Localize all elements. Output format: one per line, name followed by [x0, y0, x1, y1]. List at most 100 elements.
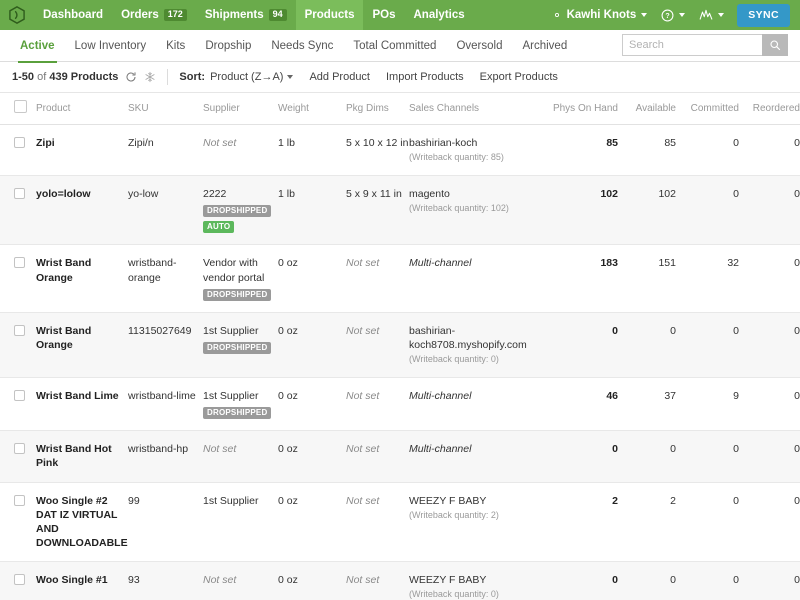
- product-name-link[interactable]: Woo Single #1: [36, 574, 108, 586]
- nav-item-dashboard[interactable]: Dashboard: [34, 0, 112, 30]
- supplier-value: Not set: [203, 137, 237, 149]
- nav-right-group: Kawhi Knots ? SYNC: [544, 3, 792, 27]
- header-weight[interactable]: Weight: [278, 93, 346, 125]
- sku-cell: yo-low: [128, 175, 203, 245]
- help-menu[interactable]: ?: [654, 9, 692, 22]
- product-name-link[interactable]: yolo=lolow: [36, 188, 91, 200]
- tab-low-inventory[interactable]: Low Inventory: [65, 30, 157, 62]
- header-sku[interactable]: SKU: [128, 93, 203, 125]
- header-available[interactable]: Available: [626, 93, 684, 125]
- export-products-button[interactable]: Export Products: [480, 71, 558, 83]
- table-row[interactable]: Wrist Band Hot Pink wristband-hp Not set 0 …: [0, 430, 800, 483]
- search-button[interactable]: [762, 34, 788, 56]
- product-cell: Wrist Band Orange: [36, 312, 128, 377]
- header-reordered[interactable]: Reordered: [747, 93, 800, 125]
- row-checkbox[interactable]: [14, 574, 25, 586]
- tab-dropship[interactable]: Dropship: [195, 30, 261, 62]
- writeback-quantity: (Writeback quantity: 2): [409, 509, 499, 520]
- tab-active[interactable]: Active: [10, 30, 65, 63]
- phys-on-hand-cell: 2: [612, 494, 618, 507]
- sku-cell: 99: [128, 482, 203, 562]
- row-select-cell: [0, 125, 36, 176]
- weight-value: 1 lb: [278, 137, 295, 149]
- row-checkbox[interactable]: [14, 389, 25, 401]
- product-name-link[interactable]: Zipi: [36, 137, 55, 149]
- user-account-menu[interactable]: Kawhi Knots: [544, 9, 655, 21]
- nav-item-products[interactable]: Products: [295, 0, 364, 30]
- snowflake-icon[interactable]: [144, 71, 156, 83]
- phys-on-hand-cell: 46: [606, 389, 618, 402]
- chevron-down-icon: [718, 13, 725, 17]
- phys-on-hand-cell: 0: [612, 574, 618, 587]
- tab-needs-sync[interactable]: Needs Sync: [261, 30, 343, 62]
- sku-value: wristband-orange: [128, 257, 177, 284]
- toolbar-divider: [167, 69, 169, 85]
- table-row[interactable]: Woo Single #2 DAT IZ VIRTUAL AND DOWNLOA…: [0, 482, 800, 562]
- sku-cell: 11315027649: [128, 312, 203, 377]
- sort-dropdown[interactable]: Product (Z→A): [210, 71, 294, 83]
- nav-label: POs: [372, 9, 396, 21]
- record-range: 1-50: [12, 71, 35, 83]
- row-checkbox[interactable]: [14, 187, 25, 199]
- weight-cell: 0 oz: [278, 312, 346, 377]
- supplier-cell: 1st Supplier: [203, 482, 278, 562]
- row-checkbox[interactable]: [14, 137, 25, 148]
- tab-archived[interactable]: Archived: [512, 30, 577, 62]
- supplier-value: Vendor with vendor portal: [203, 257, 265, 284]
- header-committed[interactable]: Committed: [684, 93, 747, 125]
- tab-kits[interactable]: Kits: [156, 30, 195, 62]
- nav-item-shipments[interactable]: Shipments 94: [196, 0, 296, 30]
- header-phys-on-hand[interactable]: Phys On Hand: [549, 93, 626, 125]
- table-row[interactable]: Wrist Band Orange 11315027649 1st Supplier…: [0, 312, 800, 378]
- sales-channel-value: bashirian-koch: [409, 137, 478, 149]
- product-name-link[interactable]: Wrist Band Hot Pink: [36, 443, 112, 469]
- pkg-dims-value: 5 x 9 x 11 in: [346, 187, 402, 200]
- weight-value: 0 oz: [278, 324, 298, 337]
- table-row[interactable]: Woo Single #1 93 Not set 0 oz Not set WEEZY F…: [0, 561, 800, 600]
- tab-oversold[interactable]: Oversold: [446, 30, 512, 62]
- table-row[interactable]: yolo=lolow yo-low 2222 DROPSHIPPED AUTO 1 lb 5…: [0, 175, 800, 245]
- nav-item-pos[interactable]: POs: [363, 0, 404, 30]
- row-select-cell: [0, 175, 36, 245]
- committed-cell: 0: [733, 574, 739, 587]
- table-row[interactable]: Wrist Band Lime wristband-lime 1st Supplie…: [0, 377, 800, 431]
- weight-value: 0 oz: [278, 494, 298, 507]
- hexagon-logo-icon[interactable]: [6, 4, 28, 26]
- nav-item-orders[interactable]: Orders 172: [112, 0, 196, 30]
- row-checkbox[interactable]: [14, 443, 25, 455]
- sku-cell: wristband-lime: [128, 377, 203, 430]
- gear-icon: [551, 9, 563, 21]
- header-pkg-dims[interactable]: Pkg Dims: [346, 93, 409, 125]
- tab-total-committed[interactable]: Total Committed: [343, 30, 446, 62]
- add-product-button[interactable]: Add Product: [309, 71, 370, 83]
- product-name-link[interactable]: Wrist Band Orange: [36, 257, 91, 283]
- table-row[interactable]: Zipi Zipi/n Not set 1 lb 5 x 10 x 12 in bashi…: [0, 125, 800, 176]
- sku-cell: wristband-hp: [128, 431, 203, 482]
- nav-item-analytics[interactable]: Analytics: [405, 0, 474, 30]
- orders-count-badge: 172: [163, 9, 187, 21]
- row-checkbox[interactable]: [14, 257, 25, 269]
- supplier-cell: Not set: [203, 125, 278, 176]
- reports-menu[interactable]: [692, 8, 731, 22]
- header-supplier[interactable]: Supplier: [203, 93, 278, 125]
- search-input[interactable]: [622, 34, 762, 56]
- select-all-checkbox[interactable]: [14, 100, 27, 113]
- product-name-link[interactable]: Wrist Band Orange: [36, 325, 91, 351]
- product-name-link[interactable]: Wrist Band Lime: [36, 390, 119, 402]
- sync-button[interactable]: SYNC: [737, 3, 790, 27]
- chevron-down-icon: [641, 13, 648, 17]
- sales-channel-value: Multi-channel: [409, 257, 472, 270]
- row-checkbox[interactable]: [14, 324, 25, 336]
- pkg-dims-value: Not set: [346, 443, 380, 456]
- sku-value: wristband-hp: [128, 443, 189, 456]
- header-sales-channels[interactable]: Sales Channels: [409, 93, 549, 125]
- sales-channel-cell: Multi-channel: [409, 377, 549, 430]
- row-checkbox[interactable]: [14, 494, 25, 506]
- table-row[interactable]: Wrist Band Orange wristband-orange Vendor …: [0, 245, 800, 313]
- product-name-link[interactable]: Woo Single #2 DAT IZ VIRTUAL AND DOWNLOA…: [36, 495, 128, 550]
- committed-cell: 9: [733, 389, 739, 402]
- import-products-button[interactable]: Import Products: [386, 71, 464, 83]
- header-product[interactable]: Product: [36, 93, 128, 125]
- refresh-icon[interactable]: [125, 71, 137, 83]
- record-total: 439 Products: [49, 71, 119, 83]
